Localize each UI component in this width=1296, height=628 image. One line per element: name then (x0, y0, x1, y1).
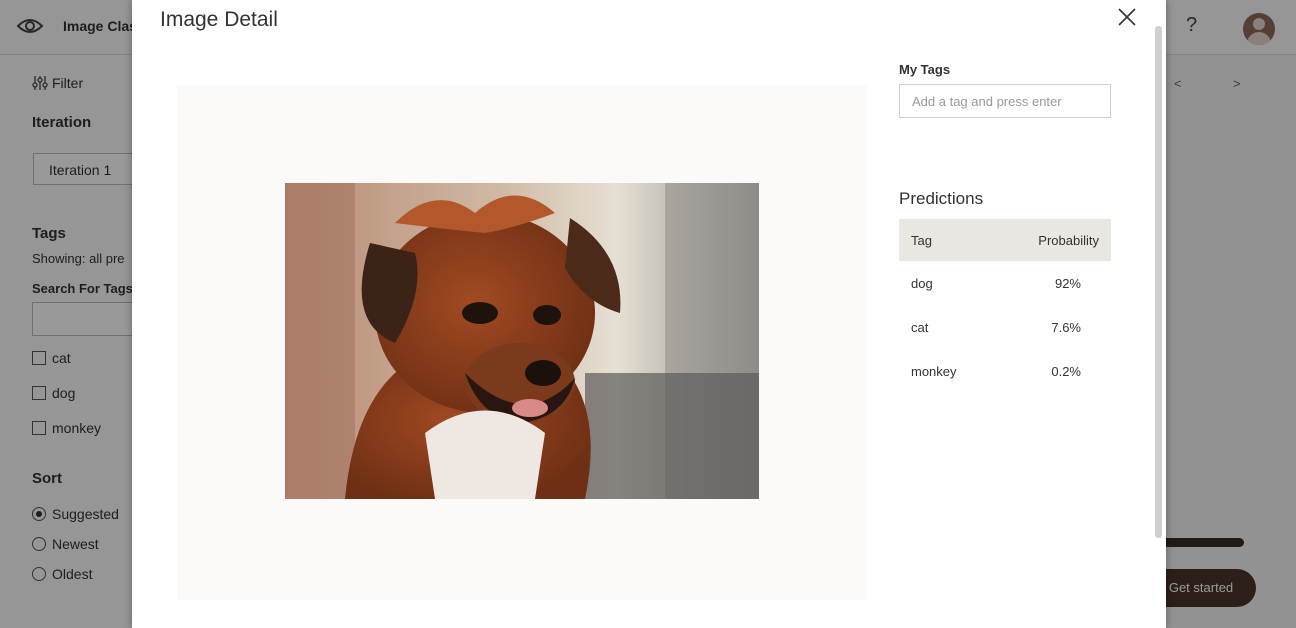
prediction-probability: 7.6% (1051, 319, 1081, 335)
dialog-scrollbar[interactable] (1155, 26, 1162, 538)
my-tags-label: My Tags (899, 62, 951, 77)
dialog-title: Image Detail (160, 8, 278, 31)
predictions-table: Tag Probability dog 92% cat 7.6% monkey … (899, 219, 1111, 393)
table-row: monkey 0.2% (899, 349, 1111, 393)
predictions-heading: Predictions (899, 189, 984, 208)
image-detail-dialog: Image Detail My Tags Add a tag and press… (132, 0, 1166, 628)
table-row: dog 92% (899, 261, 1111, 305)
prediction-probability: 92% (1054, 275, 1081, 291)
table-row: cat 7.6% (899, 305, 1111, 349)
table-header-row: Tag Probability (899, 219, 1111, 261)
dog-photo (285, 183, 759, 499)
prediction-tag: monkey (911, 363, 957, 379)
close-icon[interactable] (1116, 6, 1138, 28)
prediction-probability: 0.2% (1051, 363, 1081, 379)
prediction-tag: dog (911, 275, 933, 291)
column-header-tag[interactable]: Tag (899, 219, 995, 261)
prediction-tag: cat (911, 319, 929, 335)
image-preview-area (177, 85, 867, 600)
add-tag-input[interactable] (899, 84, 1111, 118)
column-header-probability[interactable]: Probability (994, 219, 1111, 261)
